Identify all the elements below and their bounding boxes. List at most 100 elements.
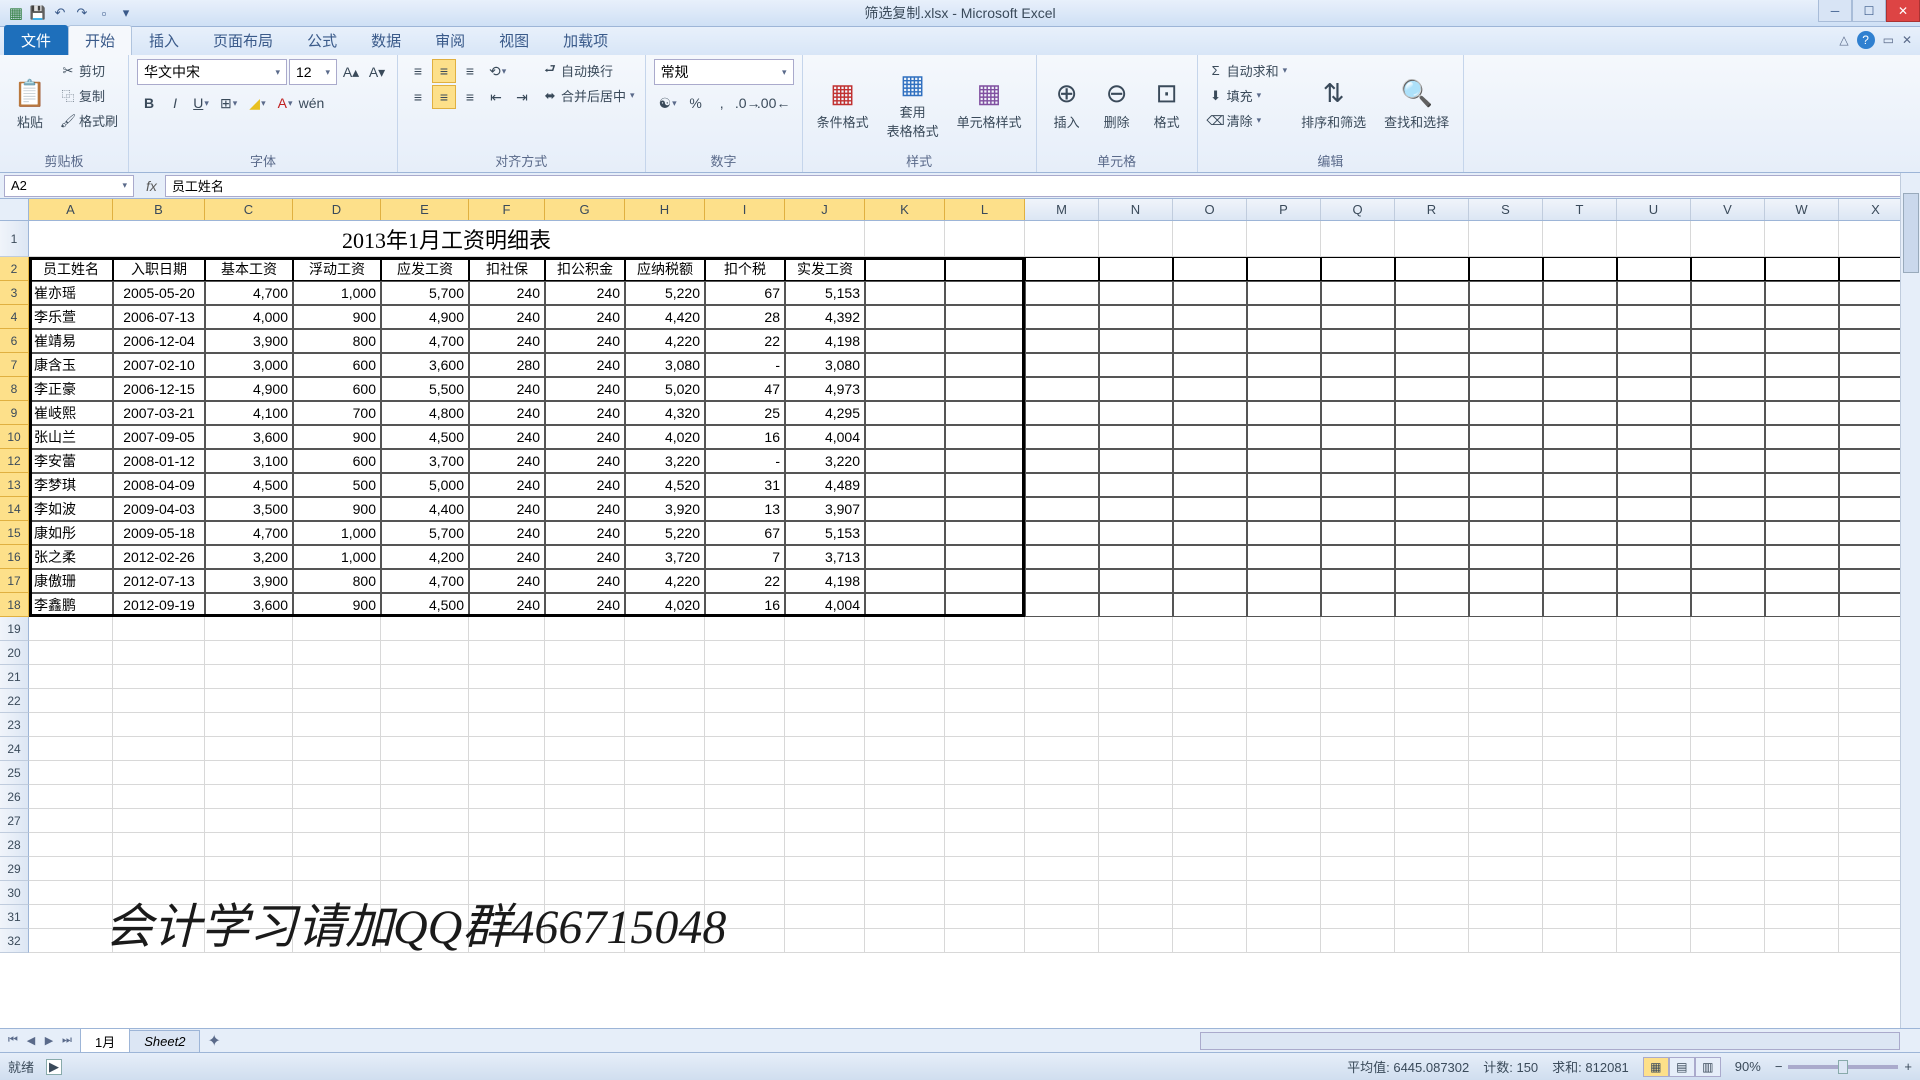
orientation-button[interactable]: ⟲▾ (484, 59, 511, 83)
page-layout-view-button[interactable]: ▤ (1669, 1057, 1695, 1077)
cell[interactable] (113, 713, 205, 737)
cell[interactable]: 900 (293, 497, 381, 521)
cell[interactable]: 扣公积金 (545, 257, 625, 281)
cell[interactable] (1247, 617, 1321, 641)
cell[interactable] (1765, 761, 1839, 785)
cell[interactable] (469, 641, 545, 665)
col-header-O[interactable]: O (1173, 199, 1247, 220)
cell[interactable]: 3,920 (625, 497, 705, 521)
cell[interactable] (1543, 905, 1617, 929)
cell[interactable] (1247, 569, 1321, 593)
cell[interactable] (1247, 737, 1321, 761)
cell[interactable]: 5,020 (625, 377, 705, 401)
format-painter-button[interactable]: 🖌格式刷 (58, 109, 120, 132)
cell[interactable] (545, 833, 625, 857)
cell[interactable] (1765, 809, 1839, 833)
cell[interactable] (865, 497, 945, 521)
cell[interactable] (945, 425, 1025, 449)
cell[interactable] (545, 761, 625, 785)
cell[interactable] (1321, 449, 1395, 473)
cell[interactable] (1691, 257, 1765, 281)
cell[interactable] (1321, 281, 1395, 305)
close-button[interactable]: ✕ (1886, 0, 1920, 22)
cell[interactable] (1543, 833, 1617, 857)
cell[interactable] (113, 665, 205, 689)
col-header-M[interactable]: M (1025, 199, 1099, 220)
cell[interactable] (1469, 449, 1543, 473)
cell[interactable] (1173, 545, 1247, 569)
cell[interactable] (1173, 617, 1247, 641)
col-header-H[interactable]: H (625, 199, 705, 220)
decrease-decimal-button[interactable]: .00← (762, 91, 786, 115)
cell[interactable]: 240 (545, 569, 625, 593)
cell[interactable] (293, 641, 381, 665)
cell[interactable] (1099, 929, 1173, 953)
cell[interactable] (1617, 497, 1691, 521)
col-header-B[interactable]: B (113, 199, 205, 220)
cell[interactable] (113, 833, 205, 857)
cell[interactable] (1173, 833, 1247, 857)
col-header-W[interactable]: W (1765, 199, 1839, 220)
cell[interactable]: 4,004 (785, 425, 865, 449)
cell[interactable] (1247, 401, 1321, 425)
cell[interactable]: 240 (469, 401, 545, 425)
row-header-30[interactable]: 30 (0, 881, 29, 905)
cell[interactable] (1247, 929, 1321, 953)
cell[interactable] (381, 785, 469, 809)
cell[interactable] (1765, 329, 1839, 353)
cell[interactable] (945, 857, 1025, 881)
cell[interactable] (1173, 257, 1247, 281)
cell[interactable] (1469, 593, 1543, 617)
cell[interactable]: 5,700 (381, 521, 469, 545)
row-header-32[interactable]: 32 (0, 929, 29, 953)
cell[interactable] (1543, 641, 1617, 665)
col-header-D[interactable]: D (293, 199, 381, 220)
cell[interactable] (1691, 929, 1765, 953)
cell[interactable] (293, 713, 381, 737)
cell[interactable]: 240 (469, 305, 545, 329)
cell[interactable]: 31 (705, 473, 785, 497)
cell[interactable]: 2012-07-13 (113, 569, 205, 593)
cell[interactable] (1469, 401, 1543, 425)
cell[interactable] (865, 353, 945, 377)
cell[interactable]: 240 (545, 425, 625, 449)
cell[interactable] (1395, 545, 1469, 569)
cell[interactable] (1765, 221, 1839, 257)
cell[interactable] (1691, 305, 1765, 329)
cell[interactable]: 4,320 (625, 401, 705, 425)
cell[interactable] (1543, 521, 1617, 545)
cell[interactable]: 240 (545, 545, 625, 569)
align-left-button[interactable]: ≡ (406, 85, 430, 109)
cell[interactable] (381, 713, 469, 737)
cell[interactable] (1765, 641, 1839, 665)
cell[interactable] (1543, 737, 1617, 761)
cell[interactable] (1395, 329, 1469, 353)
row-header-12[interactable]: 12 (0, 449, 29, 473)
cell[interactable]: 康如彤 (29, 521, 113, 545)
cell[interactable] (1543, 569, 1617, 593)
cell[interactable] (1025, 401, 1099, 425)
cell[interactable] (1543, 665, 1617, 689)
cell[interactable] (865, 809, 945, 833)
cell[interactable] (1691, 785, 1765, 809)
cell[interactable] (1691, 833, 1765, 857)
cell[interactable] (1543, 761, 1617, 785)
cell[interactable] (865, 521, 945, 545)
cell[interactable] (29, 761, 113, 785)
cell[interactable] (945, 329, 1025, 353)
cell[interactable]: 2008-01-12 (113, 449, 205, 473)
cell[interactable] (785, 881, 865, 905)
cell[interactable]: 240 (469, 545, 545, 569)
cell[interactable] (113, 785, 205, 809)
cell[interactable]: 900 (293, 305, 381, 329)
cell[interactable]: 2006-07-13 (113, 305, 205, 329)
cell[interactable]: 李安蕾 (29, 449, 113, 473)
cell[interactable] (1173, 905, 1247, 929)
cell[interactable] (1395, 737, 1469, 761)
col-header-U[interactable]: U (1617, 199, 1691, 220)
cell[interactable]: 240 (469, 569, 545, 593)
cell[interactable] (1691, 713, 1765, 737)
cell[interactable] (1247, 689, 1321, 713)
cell[interactable] (1395, 305, 1469, 329)
cell[interactable] (1617, 905, 1691, 929)
